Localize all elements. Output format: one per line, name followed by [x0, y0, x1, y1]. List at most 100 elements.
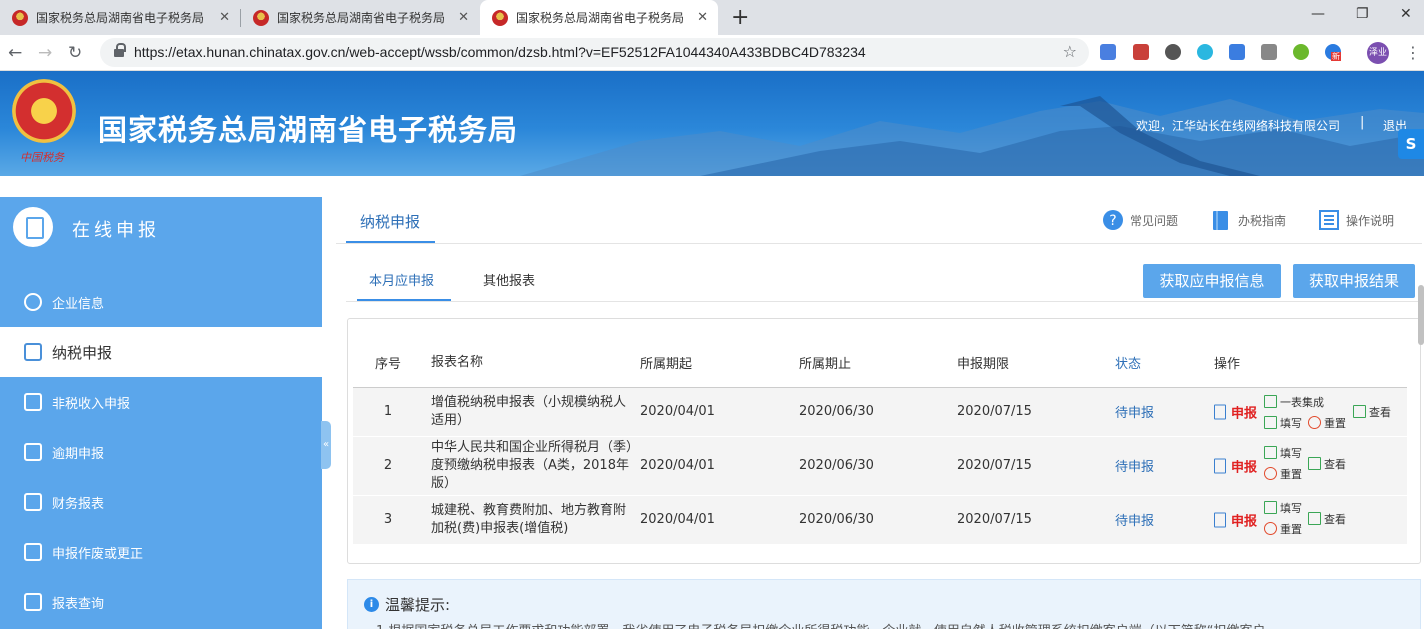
window-close-icon[interactable]: ✕: [1400, 6, 1412, 22]
reset-icon: [1264, 467, 1277, 480]
close-icon[interactable]: ✕: [697, 10, 708, 25]
reset-label: 重置: [1280, 522, 1302, 536]
reload-icon[interactable]: ↻: [68, 43, 82, 63]
reset-button[interactable]: 重置: [1308, 415, 1346, 431]
reset-button[interactable]: 重置: [1264, 521, 1302, 537]
new-tab-icon[interactable]: +: [731, 5, 749, 30]
reset-button[interactable]: 重置: [1264, 466, 1302, 482]
column-header: 状态: [1109, 339, 1214, 388]
help-instructions-link[interactable]: 操作说明: [1318, 209, 1394, 231]
tab-this-month[interactable]: 本月应申报: [369, 270, 434, 289]
sidebar-item-label: 报表查询: [52, 596, 105, 612]
declare-button[interactable]: 申报: [1231, 402, 1257, 421]
sidebar-item-label: 纳税申报: [52, 343, 113, 362]
fill-button[interactable]: 填写: [1264, 415, 1302, 431]
document-icon: [24, 443, 42, 461]
row-status[interactable]: 待申报: [1109, 495, 1214, 545]
green-extension-icon[interactable]: [1293, 44, 1309, 60]
edge-extension-icon[interactable]: 新: [1325, 44, 1341, 61]
sidebar-item-void-or-correct[interactable]: 申报作废或更正: [0, 527, 322, 577]
sidebar-collapse-toggle[interactable]: «: [321, 421, 331, 469]
browser-tabstrip: 国家税务总局湖南省电子税务局 ✕ 国家税务总局湖南省电子税务局 ✕ 国家税务总局…: [0, 0, 1424, 35]
sidebar-item-report-query[interactable]: 报表查询: [0, 577, 322, 627]
tab-other-reports[interactable]: 其他报表: [483, 270, 535, 289]
row-report-name: 中华人民共和国企业所得税月（季）度预缴纳税申报表（A类，2018年版）: [423, 436, 634, 496]
page-scrollbar[interactable]: [1418, 285, 1424, 345]
url-text[interactable]: https://etax.hunan.chinatax.gov.cn/web-a…: [134, 44, 866, 60]
tab-tax-declare[interactable]: 纳税申报: [360, 211, 420, 232]
edit-icon: [1264, 395, 1277, 408]
view-button[interactable]: 查看: [1308, 456, 1346, 472]
sidebar-item-label: 逾期申报: [52, 446, 105, 462]
back-icon[interactable]: ←: [8, 43, 22, 63]
row-status[interactable]: 待申报: [1109, 436, 1214, 496]
p-extension-icon[interactable]: [1197, 44, 1213, 60]
help-link-label: 办税指南: [1238, 213, 1287, 228]
sidebar: 在线申报 企业信息 纳税申报 非税收入申报 逾期申报 财务报表 申报作废或更正 …: [0, 197, 322, 629]
row-seq: 2: [353, 436, 423, 496]
maximize-icon[interactable]: ❐: [1356, 6, 1369, 22]
welcome-text: 欢迎，江华站长在线网络科技有限公司: [1136, 119, 1341, 133]
browser-tab[interactable]: 国家税务总局湖南省电子税务局 ✕: [241, 0, 479, 35]
help-link-label: 常见问题: [1130, 213, 1179, 228]
column-header: 序号: [353, 339, 423, 388]
address-bar[interactable]: https://etax.hunan.chinatax.gov.cn/web-a…: [100, 38, 1089, 67]
sidebar-item-financial-reports[interactable]: 财务报表: [0, 477, 322, 527]
fill-button[interactable]: 填写: [1264, 500, 1302, 516]
translate-extension-icon[interactable]: [1100, 44, 1116, 60]
view-label: 查看: [1324, 512, 1346, 526]
fetch-declare-result-button[interactable]: 获取申报结果: [1293, 264, 1415, 298]
reset-icon: [1264, 522, 1277, 535]
divider: [346, 301, 1421, 302]
fetch-declare-info-button[interactable]: 获取应申报信息: [1143, 264, 1281, 298]
close-icon[interactable]: ✕: [458, 10, 469, 25]
site-banner: 中国税务 国家税务总局湖南省电子税务局 欢迎，江华站长在线网络科技有限公司 | …: [0, 71, 1424, 176]
reset-label: 重置: [1324, 416, 1346, 430]
flag-extension-icon[interactable]: [1261, 44, 1277, 60]
declare-button[interactable]: 申报: [1231, 456, 1257, 475]
fill-label: 填写: [1280, 416, 1302, 430]
menu-kebab-icon[interactable]: ⋮: [1405, 43, 1421, 62]
info-icon: i: [364, 597, 379, 612]
view-button[interactable]: 查看: [1308, 511, 1346, 527]
row-deadline: 2020/07/15: [951, 495, 1109, 545]
help-faq-link[interactable]: ? 常见问题: [1102, 209, 1178, 231]
row-status[interactable]: 待申报: [1109, 387, 1214, 437]
browser-tab-active[interactable]: 国家税务总局湖南省电子税务局 ✕: [480, 0, 718, 35]
pdf-extension-icon[interactable]: [1133, 44, 1149, 60]
header-separator: |: [1360, 115, 1365, 130]
shield-extension-icon[interactable]: [1229, 44, 1245, 60]
sidebar-item-overdue-declare[interactable]: 逾期申报: [0, 427, 322, 477]
divider: [336, 243, 1422, 244]
floating-s-icon[interactable]: S: [1398, 129, 1424, 159]
close-icon[interactable]: ✕: [219, 10, 230, 25]
minimize-icon[interactable]: —: [1311, 6, 1325, 22]
download-extension-icon[interactable]: [1165, 44, 1181, 60]
declare-table-panel: 序号 报表名称 所属期起 所属期止 申报期限 状态 操作 1 增值税纳税申报表（…: [347, 318, 1421, 564]
browser-toolbar: ← → ↻ https://etax.hunan.chinatax.gov.cn…: [0, 35, 1424, 71]
browser-tab[interactable]: 国家税务总局湖南省电子税务局 ✕: [0, 0, 240, 35]
sidebar-header: 在线申报: [0, 197, 322, 257]
forward-icon[interactable]: →: [38, 43, 52, 63]
integrate-button[interactable]: 一表集成: [1264, 394, 1324, 410]
profile-avatar[interactable]: 泽业: [1367, 42, 1389, 64]
extension-badge: 新: [1331, 52, 1341, 61]
sidebar-item-label: 财务报表: [52, 496, 105, 512]
edit-icon: [1264, 416, 1277, 429]
column-header: 操作: [1214, 339, 1407, 388]
view-button[interactable]: 查看: [1353, 404, 1391, 420]
row-operations: 申报 一表集成 填写 重置 查看: [1214, 387, 1407, 437]
sidebar-item-tax-declare[interactable]: 纳税申报: [0, 327, 322, 377]
table-header-row: 序号 报表名称 所属期起 所属期止 申报期限 状态 操作: [353, 339, 1407, 388]
row-report-name: 增值税纳税申报表（小规模纳税人适用）: [423, 387, 634, 437]
bookmark-star-icon[interactable]: ☆: [1063, 42, 1077, 61]
fill-button[interactable]: 填写: [1264, 445, 1302, 461]
sidebar-item-company-info[interactable]: 企业信息: [0, 277, 322, 327]
tax-emblem-favicon-icon: [253, 9, 269, 26]
help-guide-link[interactable]: 办税指南: [1210, 209, 1286, 231]
view-icon: [1308, 512, 1321, 525]
site-title: 国家税务总局湖南省电子税务局: [98, 113, 519, 147]
declare-button[interactable]: 申报: [1231, 510, 1257, 529]
sidebar-item-nontax-declare[interactable]: 非税收入申报: [0, 377, 322, 427]
sidebar-item-label: 企业信息: [52, 296, 105, 312]
